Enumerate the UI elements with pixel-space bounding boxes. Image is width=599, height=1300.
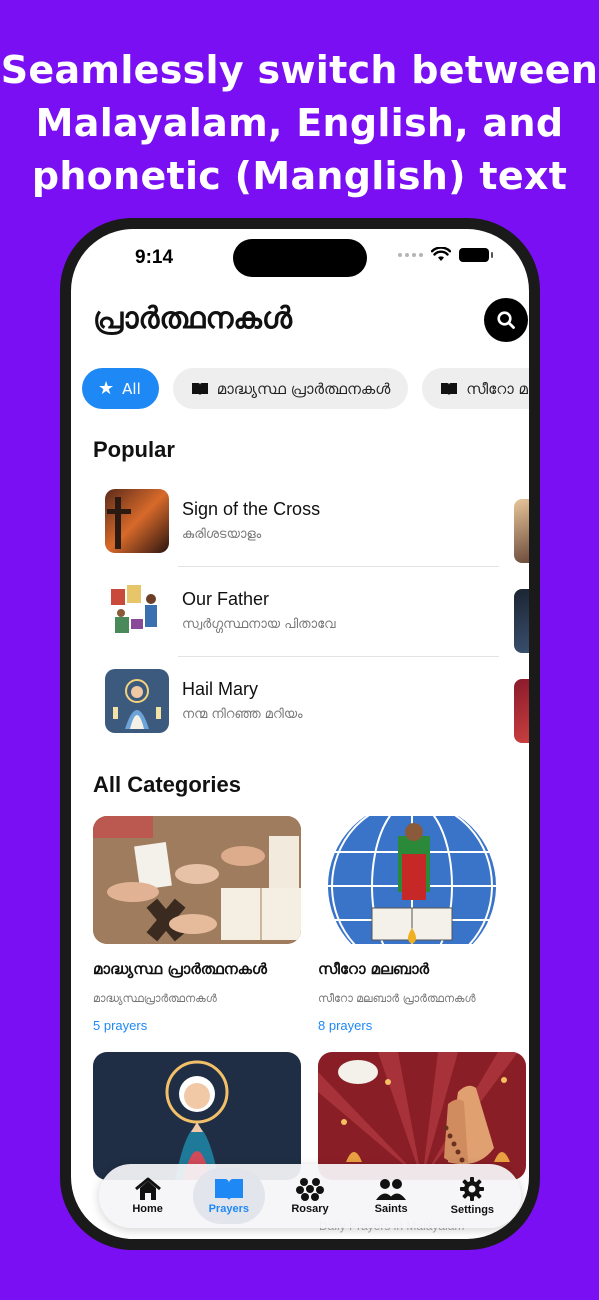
syro-malabar-image	[318, 816, 526, 944]
popular-item-subtitle: സ്വർഗ്ഗസ്ഥനായ പിതാവേ	[182, 617, 336, 632]
tab-saints[interactable]: Saints	[355, 1168, 427, 1224]
tab-label: Saints	[374, 1203, 408, 1215]
popular-item-subtitle: കുരിശടയാളം	[182, 527, 262, 542]
category-card[interactable]: സീറോ മലബാർ സീറോ മലബാർ പ്രാർത്ഥനകൾ 8 pray…	[318, 816, 528, 1033]
popular-item[interactable]: Sign of the Cross കുരിശടയാളം	[105, 489, 499, 579]
categories-heading: All Categories	[93, 772, 241, 797]
popular-item[interactable]: Our Father സ്വർഗ്ഗസ്ഥനായ പിതാവേ	[105, 579, 499, 669]
popular-item-subtitle: നന്മ നിറഞ്ഞ മറിയം	[182, 707, 303, 722]
intercessory-prayers-image	[93, 816, 301, 944]
phone-frame: 9:14 പ്രാർത്ഥനകൾ ★ All മാദ്ധ്യസ്ഥ പ്രാർത…	[60, 218, 540, 1250]
next-column-thumbnail	[514, 679, 529, 743]
rosary-icon	[295, 1178, 324, 1201]
tab-bar: Home Prayers Rosary Saints Settings	[99, 1164, 521, 1228]
page-title: പ്രാർത്ഥനകൾ	[93, 301, 293, 336]
tab-prayers[interactable]: Prayers	[192, 1168, 265, 1224]
category-title: മാദ്ധ്യസ്ഥ പ്രാർത്ഥനകൾ	[93, 960, 267, 978]
promo-line: Seamlessly switch between	[0, 48, 599, 92]
category-subtitle: മാദ്ധ്യസ്ഥപ്രാർത്ഥനകൾ	[93, 992, 217, 1005]
our-father-thumbnail	[105, 579, 169, 643]
chip-all[interactable]: ★ All	[82, 368, 159, 409]
signal-icon	[398, 252, 423, 257]
tab-rosary[interactable]: Rosary	[274, 1168, 346, 1224]
popular-item-title: Hail Mary	[182, 679, 259, 699]
category-title: സീറോ മലബാർ	[318, 960, 430, 978]
next-column-thumbnail	[514, 499, 529, 563]
gear-icon	[460, 1177, 485, 1201]
chip-intercessory[interactable]: മാദ്ധ്യസ്ഥ പ്രാർത്ഥനകൾ	[172, 368, 409, 409]
chip-syro-malabar[interactable]: സീറോ മലബ	[422, 368, 529, 409]
divider	[178, 566, 499, 567]
chip-label: മാദ്ധ്യസ്ഥ പ്രാർത്ഥനകൾ	[216, 379, 391, 398]
promo-line: phonetic (Manglish) text	[31, 154, 568, 198]
popular-list: Sign of the Cross കുരിശടയാളം Our Father …	[105, 489, 499, 759]
popular-item[interactable]: Hail Mary നന്മ നിറഞ്ഞ മറിയം	[105, 669, 499, 759]
tab-label: Home	[132, 1203, 163, 1215]
category-count: 5 prayers	[93, 1018, 148, 1033]
tab-label: Settings	[450, 1204, 495, 1216]
battery-icon	[459, 247, 493, 262]
marian-prayers-image	[93, 1052, 301, 1180]
popular-heading: Popular	[93, 437, 175, 462]
people-icon	[376, 1179, 407, 1200]
search-icon	[497, 311, 515, 329]
tab-label: Rosary	[291, 1203, 329, 1215]
book-icon	[191, 382, 208, 395]
chip-label: All	[122, 379, 141, 398]
tab-home[interactable]: Home	[112, 1168, 184, 1224]
star-icon: ★	[98, 377, 115, 399]
book-icon	[441, 382, 458, 395]
popular-item-title: Our Father	[182, 589, 270, 609]
book-icon	[214, 1179, 243, 1200]
category-card[interactable]	[318, 1052, 528, 1180]
category-subtitle: സീറോ മലബാർ പ്രാർത്ഥനകൾ	[318, 992, 476, 1005]
app-screen: 9:14 പ്രാർത്ഥനകൾ ★ All മാദ്ധ്യസ്ഥ പ്രാർത…	[71, 229, 529, 1239]
search-button[interactable]	[484, 298, 528, 342]
promo-line: Malayalam, English, and	[35, 101, 564, 145]
category-card[interactable]	[93, 1052, 303, 1180]
category-count: 8 prayers	[318, 1018, 373, 1033]
status-time: 9:14	[135, 247, 174, 268]
divider	[178, 656, 499, 657]
category-card[interactable]: മാദ്ധ്യസ്ഥ പ്രാർത്ഥനകൾ മാദ്ധ്യസ്ഥപ്രാർത്…	[93, 816, 303, 1033]
daily-prayers-image	[318, 1052, 526, 1180]
wifi-icon	[431, 247, 451, 261]
hail-mary-thumbnail	[105, 669, 169, 733]
promo-headline: Seamlessly switch between Malayalam, Eng…	[0, 44, 599, 203]
sign-of-cross-thumbnail	[105, 489, 169, 553]
chip-label: സീറോ മലബ	[466, 379, 529, 398]
next-column-thumbnail	[514, 589, 529, 653]
popular-item-title: Sign of the Cross	[182, 499, 321, 519]
dynamic-island	[233, 239, 367, 277]
category-chips: ★ All മാദ്ധ്യസ്ഥ പ്രാർത്ഥനകൾ സീറോ മലബ	[82, 368, 529, 409]
status-icons	[398, 247, 493, 262]
tab-label: Prayers	[208, 1203, 249, 1215]
tab-settings[interactable]: Settings	[436, 1168, 508, 1224]
home-icon	[134, 1177, 161, 1200]
